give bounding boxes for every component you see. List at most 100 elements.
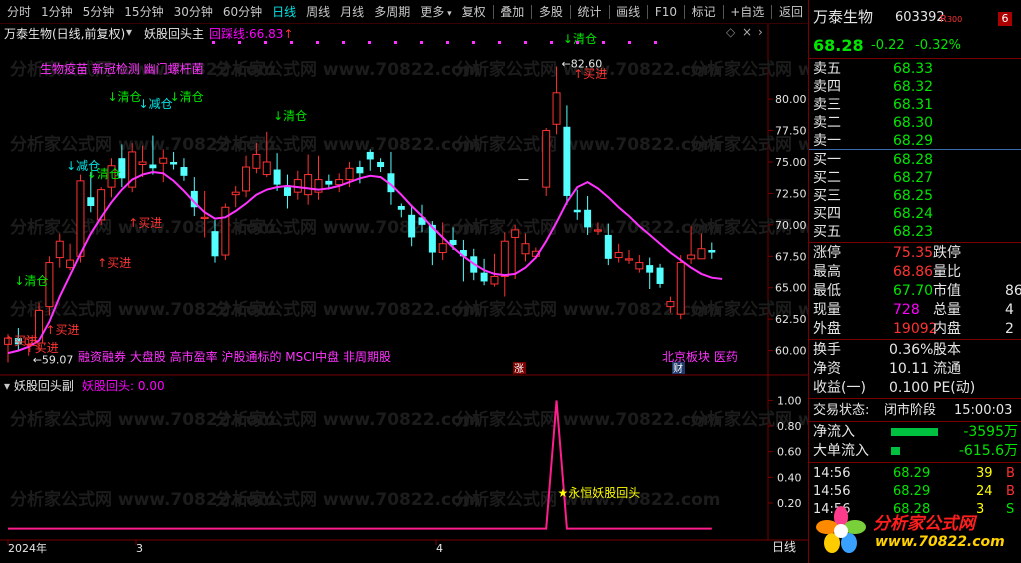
sub-dropdown-icon[interactable]: ▾ bbox=[4, 379, 10, 393]
flow-value: -3595万 bbox=[963, 424, 1018, 440]
candle-body bbox=[231, 191, 240, 196]
stat2-label-2: PE(动) bbox=[933, 380, 976, 396]
top-dot-marker bbox=[524, 41, 527, 44]
stat-value: 75.35 bbox=[893, 245, 934, 261]
stat-label-2: 总量 bbox=[933, 302, 961, 318]
sub-formula-name[interactable]: 妖股回头副 bbox=[14, 379, 74, 393]
watermark-text: 分析家公式网 www.70822.com bbox=[690, 59, 808, 80]
top-dot-marker bbox=[576, 41, 579, 44]
top-dot-marker bbox=[368, 41, 371, 44]
sub-y-tick-label: 0.20 bbox=[777, 497, 802, 510]
tick-row: 14:56 68.29 24 B bbox=[809, 482, 1021, 501]
y-tick-label: 65.00 bbox=[775, 282, 807, 295]
concepts-right: 北京板块 医药 bbox=[662, 350, 738, 364]
top-dot-marker bbox=[498, 41, 501, 44]
ask-label: 卖三 bbox=[813, 97, 841, 113]
candle-body bbox=[542, 130, 551, 188]
flow-bar bbox=[891, 428, 938, 436]
candle-body bbox=[635, 262, 644, 270]
candle-body bbox=[666, 301, 675, 308]
watermark-text: 分析家公式网 www.70822.com bbox=[455, 134, 720, 155]
sub-y-tick-label: 0.60 bbox=[777, 446, 802, 459]
sub-panel-title: ▾ 妖股回头副 bbox=[4, 377, 74, 394]
candle-body bbox=[521, 243, 530, 255]
candle-body bbox=[438, 243, 447, 254]
top-dot-marker bbox=[654, 41, 657, 44]
candle-body bbox=[159, 157, 168, 164]
stat2-value: 0.36% bbox=[889, 342, 934, 358]
sub-indicator-label-text: 妖股回头: bbox=[82, 379, 135, 393]
candle-body bbox=[697, 248, 706, 260]
concepts-bottom: 融资融券 大盘股 高市盈率 沪股通标的 MSCI中盘 非周期股 bbox=[78, 349, 391, 364]
watermark-text: 分析家公式网 www.70822.com bbox=[215, 409, 480, 430]
candle-body bbox=[211, 231, 219, 257]
candle-body bbox=[500, 240, 509, 277]
bid-label: 买四 bbox=[813, 206, 841, 222]
watermark-text: 分析家公式网 www.70822.com bbox=[215, 299, 480, 320]
candle-body bbox=[377, 161, 385, 168]
candle-body bbox=[325, 180, 333, 185]
stock-header: 万泰生物 603392 R300 6 bbox=[809, 8, 1021, 30]
candle-body bbox=[87, 197, 95, 206]
candle-body bbox=[584, 209, 592, 228]
flow-label: 净流入 bbox=[813, 424, 855, 440]
flow-row: 大单流入 -615.6万 bbox=[809, 442, 1021, 461]
stat-label: 涨停 bbox=[813, 245, 841, 261]
top-dot-marker bbox=[264, 41, 267, 44]
bid-price: 68.24 bbox=[893, 206, 934, 222]
logo-text: 分析家公式网 bbox=[873, 514, 975, 534]
tick-price: 68.29 bbox=[893, 466, 931, 481]
bid-row: 买三 68.25 bbox=[809, 187, 1021, 206]
stock-code: 603392 bbox=[895, 10, 945, 25]
tick-side: B bbox=[1006, 466, 1015, 481]
signal-label: ↑买进 bbox=[97, 256, 131, 270]
stat-label: 外盘 bbox=[813, 321, 841, 337]
top-dot-marker bbox=[394, 41, 397, 44]
stat-label: 最低 bbox=[813, 283, 841, 299]
ask-row: 卖五 68.33 bbox=[809, 60, 1021, 79]
candle-body bbox=[656, 267, 664, 284]
candle-body bbox=[366, 151, 374, 160]
flower-logo-icon bbox=[816, 506, 866, 553]
candle-body bbox=[66, 259, 75, 269]
stat2-value: 0.100 bbox=[889, 380, 930, 396]
candle-body bbox=[252, 153, 261, 169]
trade-status-row: 交易状态: 闭市阶段 15:00:03 bbox=[809, 401, 1021, 420]
stat2-label-2: 股本 bbox=[933, 342, 961, 358]
signal-label: ↓清仓 bbox=[170, 90, 204, 104]
bid-price: 68.28 bbox=[893, 152, 934, 168]
top-dot-marker bbox=[446, 41, 449, 44]
sub-annotation: ★永恒妖股回头 bbox=[558, 486, 641, 500]
candle-body bbox=[273, 169, 281, 185]
sub-indicator-value: 0.00 bbox=[137, 379, 165, 393]
logo-url: www.70822.com bbox=[875, 534, 1005, 550]
candle-body bbox=[593, 229, 602, 232]
top-dot-marker bbox=[342, 41, 345, 44]
stat-value-2: 2 bbox=[1005, 321, 1014, 337]
bid-label: 买二 bbox=[813, 170, 841, 186]
price-line: 68.28 -0.22 -0.32% bbox=[809, 36, 1021, 56]
candle-body bbox=[604, 234, 612, 259]
high-price-label: ←82.60 bbox=[562, 57, 603, 70]
signal-label: ↑买进 bbox=[45, 323, 79, 337]
stat-label-2: 跌停 bbox=[933, 245, 961, 261]
signal-label: ↓清仓 bbox=[273, 109, 307, 123]
tick-time: 14:56 bbox=[813, 484, 851, 499]
badge-number: 300 bbox=[946, 15, 963, 24]
signal-label: ↓清仓 bbox=[87, 167, 121, 181]
candle-body bbox=[170, 161, 178, 165]
stat-value-2: 4 bbox=[1005, 302, 1014, 318]
tick-volume: 39 bbox=[976, 466, 993, 481]
kline-chart[interactable]: 分析家公式网 www.70822.com 分析家公式网 www.70822.com… bbox=[0, 0, 808, 563]
stat2-row: 收益(一) 0.100 PE(动) bbox=[809, 379, 1021, 398]
stat2-label: 净资 bbox=[813, 361, 841, 377]
x-tick-label: 4 bbox=[436, 542, 443, 555]
bookmark-icon[interactable]: 6 bbox=[998, 12, 1012, 26]
y-tick-label: 67.50 bbox=[775, 250, 807, 263]
bid-label: 买三 bbox=[813, 188, 841, 204]
stat-row: 最低 67.70 市值 86 bbox=[809, 282, 1021, 301]
top-dot-marker bbox=[550, 41, 553, 44]
bid-row: 买二 68.27 bbox=[809, 169, 1021, 188]
tick-row: 14:56 68.29 39 B bbox=[809, 464, 1021, 483]
stat2-row: 净资 10.11 流通 bbox=[809, 360, 1021, 379]
